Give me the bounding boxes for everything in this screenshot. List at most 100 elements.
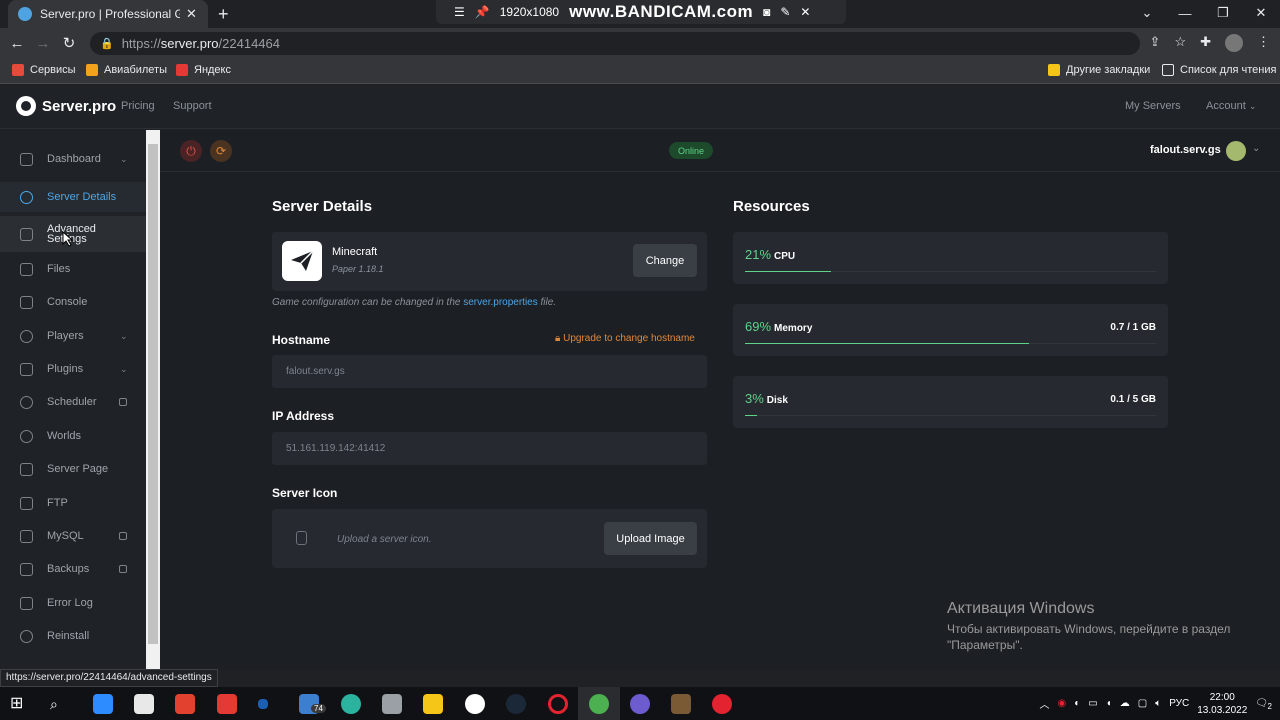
change-game-button[interactable]: Change bbox=[633, 244, 697, 277]
server-name[interactable]: falout.serv.gs bbox=[1150, 144, 1221, 156]
nav-pricing[interactable]: Pricing bbox=[121, 100, 155, 112]
extensions-icon[interactable]: ✚ bbox=[1200, 34, 1211, 52]
chevron-down-icon: ⌄ bbox=[120, 330, 128, 341]
clock[interactable]: 22:00 13.03.2022 bbox=[1197, 691, 1247, 717]
site-logo[interactable]: Server.pro bbox=[16, 96, 116, 116]
watermark-line1: Чтобы активировать Windows, перейдите в … bbox=[947, 622, 1231, 636]
more-menu-icon[interactable]: ⋮ bbox=[1257, 34, 1270, 52]
scrollbar-thumb[interactable] bbox=[148, 144, 158, 644]
chrome-icon[interactable] bbox=[589, 694, 609, 714]
sidebar-item-plugins[interactable]: Plugins ⌄ bbox=[0, 354, 146, 384]
explorer-app-icon[interactable] bbox=[382, 694, 402, 714]
steam-tray-icon[interactable]: ◐ bbox=[1074, 698, 1080, 709]
sidebar-scrollbar[interactable] bbox=[146, 130, 160, 670]
profile-avatar[interactable] bbox=[1225, 34, 1243, 52]
ip-address-label: IP Address bbox=[272, 409, 335, 423]
watermark-title: Активация Windows bbox=[947, 600, 1095, 617]
nav-account[interactable]: Account ⌄ bbox=[1206, 100, 1256, 112]
bandicam-record-icon[interactable] bbox=[712, 694, 732, 714]
display-icon[interactable]: ▢ bbox=[1138, 698, 1147, 709]
bookmark-yandex[interactable]: Яндекс bbox=[176, 64, 231, 76]
yandex-browser-icon[interactable] bbox=[465, 694, 485, 714]
sidebar-item-reinstall[interactable]: Reinstall bbox=[0, 621, 146, 651]
folder-icon[interactable] bbox=[423, 694, 443, 714]
new-tab-button[interactable]: + bbox=[218, 4, 229, 25]
bookmark-services[interactable]: Сервисы bbox=[12, 64, 76, 76]
cpu-resource-card: 21% CPU bbox=[733, 232, 1168, 284]
bookmark-flights[interactable]: Авиабилеты bbox=[86, 64, 167, 76]
zoom-icon[interactable] bbox=[93, 694, 113, 714]
upload-image-button[interactable]: Upload Image bbox=[604, 522, 697, 555]
windows-start-icon[interactable]: ⊞ bbox=[10, 694, 30, 714]
pencil-icon[interactable]: ✎ bbox=[780, 5, 790, 19]
windows-activation-watermark: Активация Windows Чтобы активировать Win… bbox=[947, 600, 1230, 653]
yandex-icon[interactable] bbox=[217, 694, 237, 714]
language-indicator[interactable]: РУС bbox=[1169, 698, 1189, 709]
server-icon-label: Server Icon bbox=[272, 486, 338, 500]
sidebar-item-ftp[interactable]: FTP bbox=[0, 488, 146, 518]
share-icon[interactable]: ⇪ bbox=[1150, 34, 1161, 52]
hostname-field[interactable]: falout.serv.gs bbox=[272, 355, 707, 388]
minecraft-icon[interactable] bbox=[671, 694, 691, 714]
sidebar-item-players[interactable]: Players ⌄ bbox=[0, 321, 146, 351]
sidebar-item-label: Server Page bbox=[47, 463, 109, 475]
sidebar-item-server-page[interactable]: Server Page bbox=[0, 454, 146, 484]
chevron-up-icon[interactable]: ︿ bbox=[1039, 696, 1049, 711]
sidebar-item-mysql[interactable]: MySQL bbox=[0, 521, 146, 551]
sidebar-item-files[interactable]: Files bbox=[0, 254, 146, 284]
close-window-icon[interactable]: ✕ bbox=[1242, 0, 1280, 26]
site-favicon-icon bbox=[18, 7, 32, 21]
sidebar-item-dashboard[interactable]: Dashboard ⌄ bbox=[0, 144, 146, 174]
network-icon[interactable]: ▭ bbox=[1088, 698, 1097, 709]
sidebar-item-scheduler[interactable]: Scheduler bbox=[0, 387, 146, 417]
address-bar[interactable]: 🔒 https://server.pro/22414464 bbox=[90, 32, 1140, 55]
back-icon[interactable]: ← bbox=[4, 35, 30, 52]
steam-icon[interactable] bbox=[506, 694, 526, 714]
ip-address-field[interactable]: 51.161.119.142:41412 bbox=[272, 432, 707, 465]
reading-list[interactable]: Список для чтения bbox=[1162, 64, 1276, 76]
memory-percent: 69% bbox=[745, 319, 772, 334]
sidebar-item-console[interactable]: Console bbox=[0, 287, 146, 317]
close-icon[interactable]: ✕ bbox=[800, 5, 810, 19]
taskbar-app-icon[interactable] bbox=[258, 699, 268, 709]
lock-icon[interactable]: 🔒 bbox=[100, 37, 114, 50]
sidebar-item-server-details[interactable]: Server Details bbox=[0, 182, 146, 212]
power-button[interactable]: ⏻ bbox=[180, 140, 202, 162]
search-icon[interactable]: ⌕ bbox=[50, 694, 70, 714]
nav-my-servers[interactable]: My Servers bbox=[1125, 100, 1181, 112]
sidebar-item-label: FTP bbox=[47, 497, 68, 509]
chevron-down-icon[interactable]: ⌄ bbox=[1252, 143, 1260, 154]
cloud-icon[interactable]: ☁ bbox=[1120, 698, 1130, 709]
user-icon bbox=[20, 329, 33, 343]
notifications-icon[interactable]: 🗨︎ 2 bbox=[1255, 698, 1272, 711]
opera-icon[interactable] bbox=[548, 694, 568, 714]
office-icon[interactable] bbox=[175, 694, 195, 714]
forward-icon[interactable]: → bbox=[30, 35, 56, 52]
sidebar-item-worlds[interactable]: Worlds bbox=[0, 421, 146, 451]
camera-icon[interactable]: ◙ bbox=[763, 5, 770, 19]
upgrade-hostname-link[interactable]: 🔒︎ Upgrade to change hostname bbox=[555, 333, 695, 344]
record-icon[interactable]: ◉ bbox=[1057, 698, 1066, 709]
volume-icon[interactable]: ◖ bbox=[1106, 698, 1112, 709]
discord-icon[interactable] bbox=[630, 694, 650, 714]
tab-search-icon[interactable]: ⌄ bbox=[1128, 0, 1166, 26]
minimize-icon[interactable]: — bbox=[1166, 0, 1204, 26]
restart-button[interactable]: ⟳ bbox=[210, 140, 232, 162]
menu-icon[interactable]: ☰ bbox=[454, 5, 465, 19]
edge-icon[interactable] bbox=[341, 694, 361, 714]
sidebar-item-backups[interactable]: Backups bbox=[0, 554, 146, 584]
nav-support[interactable]: Support bbox=[173, 100, 212, 112]
close-tab-icon[interactable]: ✕ bbox=[186, 6, 197, 22]
store-icon[interactable] bbox=[134, 694, 154, 714]
maximize-icon[interactable]: ❐ bbox=[1204, 0, 1242, 26]
star-icon[interactable]: ☆ bbox=[1174, 34, 1186, 52]
server-properties-link[interactable]: server.properties bbox=[463, 297, 537, 308]
archive-icon bbox=[20, 562, 33, 576]
reload-icon[interactable]: ↻ bbox=[56, 34, 82, 52]
pin-icon[interactable]: 📌 bbox=[475, 5, 490, 19]
server-avatar[interactable] bbox=[1226, 141, 1246, 161]
browser-tab[interactable]: Server.pro | Professional Game S ✕ bbox=[8, 0, 208, 28]
other-bookmarks[interactable]: Другие закладки bbox=[1048, 64, 1150, 76]
speaker-icon[interactable]: 🔈︎ bbox=[1155, 698, 1161, 709]
sidebar-item-error-log[interactable]: Error Log bbox=[0, 588, 146, 618]
